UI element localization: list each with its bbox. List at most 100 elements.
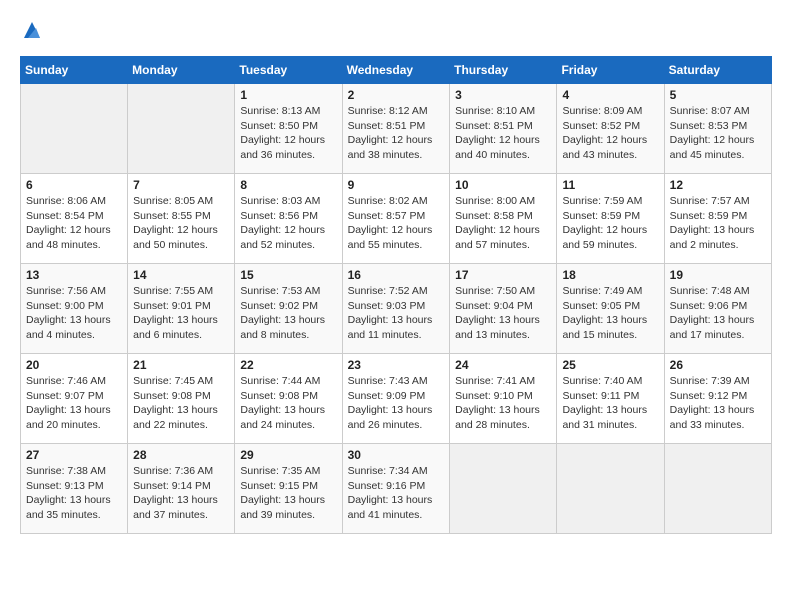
day-info: Sunrise: 7:50 AMSunset: 9:04 PMDaylight:…	[455, 284, 551, 343]
calendar-cell: 3 Sunrise: 8:10 AMSunset: 8:51 PMDaylight…	[450, 84, 557, 174]
day-info: Sunrise: 7:34 AMSunset: 9:16 PMDaylight:…	[348, 464, 445, 523]
column-header-friday: Friday	[557, 57, 664, 84]
column-header-monday: Monday	[128, 57, 235, 84]
logo-icon	[22, 20, 42, 40]
day-info: Sunrise: 7:38 AMSunset: 9:13 PMDaylight:…	[26, 464, 122, 523]
calendar-cell	[557, 444, 664, 534]
calendar-cell: 2Sunrise: 8:12 AMSunset: 8:51 PMDaylight…	[342, 84, 450, 174]
day-number: 15	[240, 268, 336, 282]
calendar-cell	[664, 444, 771, 534]
day-number: 2	[348, 88, 445, 102]
week-row-1: 1 Sunrise: 8:13 AMSunset: 8:50 PMDaylight…	[21, 84, 772, 174]
calendar-cell: 20 Sunrise: 7:46 AMSunset: 9:07 PMDayligh…	[21, 354, 128, 444]
calendar-cell: 28 Sunrise: 7:36 AMSunset: 9:14 PMDayligh…	[128, 444, 235, 534]
day-number: 22	[240, 358, 336, 372]
week-row-3: 13 Sunrise: 7:56 AMSunset: 9:00 PMDayligh…	[21, 264, 772, 354]
calendar-cell: 14 Sunrise: 7:55 AMSunset: 9:01 PMDayligh…	[128, 264, 235, 354]
day-number: 6	[26, 178, 122, 192]
day-info: Sunrise: 8:06 AMSunset: 8:54 PMDaylight:…	[26, 194, 122, 253]
day-number: 21	[133, 358, 229, 372]
day-number: 3	[455, 88, 551, 102]
day-number: 5	[670, 88, 766, 102]
day-number: 28	[133, 448, 229, 462]
day-info: Sunrise: 8:03 AMSunset: 8:56 PMDaylight:…	[240, 194, 336, 253]
day-info: Sunrise: 7:49 AMSunset: 9:05 PMDaylight:…	[562, 284, 658, 343]
calendar-cell: 6 Sunrise: 8:06 AMSunset: 8:54 PMDaylight…	[21, 174, 128, 264]
day-number: 30	[348, 448, 445, 462]
day-number: 8	[240, 178, 336, 192]
day-info: Sunrise: 7:43 AMSunset: 9:09 PMDaylight:…	[348, 374, 445, 433]
logo	[20, 20, 42, 40]
calendar-cell: 25 Sunrise: 7:40 AMSunset: 9:11 PMDayligh…	[557, 354, 664, 444]
page-header	[20, 20, 772, 40]
day-info: Sunrise: 7:40 AMSunset: 9:11 PMDaylight:…	[562, 374, 658, 433]
day-info: Sunrise: 7:57 AMSunset: 8:59 PMDaylight:…	[670, 194, 766, 253]
calendar-cell: 22 Sunrise: 7:44 AMSunset: 9:08 PMDayligh…	[235, 354, 342, 444]
week-row-4: 20 Sunrise: 7:46 AMSunset: 9:07 PMDayligh…	[21, 354, 772, 444]
day-info: Sunrise: 7:55 AMSunset: 9:01 PMDaylight:…	[133, 284, 229, 343]
column-header-tuesday: Tuesday	[235, 57, 342, 84]
day-number: 13	[26, 268, 122, 282]
calendar-cell: 19Sunrise: 7:48 AMSunset: 9:06 PMDayligh…	[664, 264, 771, 354]
day-number: 23	[348, 358, 445, 372]
calendar-cell: 12 Sunrise: 7:57 AMSunset: 8:59 PMDayligh…	[664, 174, 771, 264]
day-info: Sunrise: 7:39 AMSunset: 9:12 PMDaylight:…	[670, 374, 766, 433]
calendar-cell: 18Sunrise: 7:49 AMSunset: 9:05 PMDayligh…	[557, 264, 664, 354]
calendar-cell: 23 Sunrise: 7:43 AMSunset: 9:09 PMDayligh…	[342, 354, 450, 444]
calendar-cell: 17Sunrise: 7:50 AMSunset: 9:04 PMDayligh…	[450, 264, 557, 354]
day-number: 19	[670, 268, 766, 282]
calendar-cell	[128, 84, 235, 174]
day-number: 20	[26, 358, 122, 372]
day-number: 7	[133, 178, 229, 192]
day-info: Sunrise: 8:13 AMSunset: 8:50 PMDaylight:…	[240, 104, 336, 163]
column-header-thursday: Thursday	[450, 57, 557, 84]
day-info: Sunrise: 7:44 AMSunset: 9:08 PMDaylight:…	[240, 374, 336, 433]
column-header-wednesday: Wednesday	[342, 57, 450, 84]
day-number: 27	[26, 448, 122, 462]
day-number: 14	[133, 268, 229, 282]
day-number: 11	[562, 178, 658, 192]
day-number: 24	[455, 358, 551, 372]
day-info: Sunrise: 8:10 AMSunset: 8:51 PMDaylight:…	[455, 104, 551, 163]
day-info: Sunrise: 7:56 AMSunset: 9:00 PMDaylight:…	[26, 284, 122, 343]
calendar-cell: 7 Sunrise: 8:05 AMSunset: 8:55 PMDaylight…	[128, 174, 235, 264]
calendar: SundayMondayTuesdayWednesdayThursdayFrid…	[20, 56, 772, 534]
calendar-cell: 13 Sunrise: 7:56 AMSunset: 9:00 PMDayligh…	[21, 264, 128, 354]
day-info: Sunrise: 7:46 AMSunset: 9:07 PMDaylight:…	[26, 374, 122, 433]
calendar-cell: 29 Sunrise: 7:35 AMSunset: 9:15 PMDayligh…	[235, 444, 342, 534]
calendar-cell: 15 Sunrise: 7:53 AMSunset: 9:02 PMDayligh…	[235, 264, 342, 354]
day-info: Sunrise: 7:36 AMSunset: 9:14 PMDaylight:…	[133, 464, 229, 523]
day-number: 9	[348, 178, 445, 192]
day-number: 26	[670, 358, 766, 372]
day-number: 16	[348, 268, 445, 282]
day-number: 1	[240, 88, 336, 102]
day-number: 29	[240, 448, 336, 462]
day-info: Sunrise: 8:07 AMSunset: 8:53 PMDaylight:…	[670, 104, 766, 163]
calendar-header-row: SundayMondayTuesdayWednesdayThursdayFrid…	[21, 57, 772, 84]
week-row-5: 27 Sunrise: 7:38 AMSunset: 9:13 PMDayligh…	[21, 444, 772, 534]
day-info: Sunrise: 7:41 AMSunset: 9:10 PMDaylight:…	[455, 374, 551, 433]
calendar-cell: 5 Sunrise: 8:07 AMSunset: 8:53 PMDaylight…	[664, 84, 771, 174]
calendar-cell: 4Sunrise: 8:09 AMSunset: 8:52 PMDaylight…	[557, 84, 664, 174]
day-info: Sunrise: 7:59 AMSunset: 8:59 PMDaylight:…	[562, 194, 658, 253]
day-info: Sunrise: 7:45 AMSunset: 9:08 PMDaylight:…	[133, 374, 229, 433]
day-info: Sunrise: 8:05 AMSunset: 8:55 PMDaylight:…	[133, 194, 229, 253]
calendar-cell: 21 Sunrise: 7:45 AMSunset: 9:08 PMDayligh…	[128, 354, 235, 444]
calendar-cell: 27 Sunrise: 7:38 AMSunset: 9:13 PMDayligh…	[21, 444, 128, 534]
day-info: Sunrise: 7:53 AMSunset: 9:02 PMDaylight:…	[240, 284, 336, 343]
column-header-sunday: Sunday	[21, 57, 128, 84]
day-info: Sunrise: 8:09 AMSunset: 8:52 PMDaylight:…	[562, 104, 658, 163]
day-number: 25	[562, 358, 658, 372]
calendar-cell: 9 Sunrise: 8:02 AMSunset: 8:57 PMDaylight…	[342, 174, 450, 264]
week-row-2: 6 Sunrise: 8:06 AMSunset: 8:54 PMDaylight…	[21, 174, 772, 264]
day-info: Sunrise: 7:35 AMSunset: 9:15 PMDaylight:…	[240, 464, 336, 523]
calendar-cell: 1 Sunrise: 8:13 AMSunset: 8:50 PMDaylight…	[235, 84, 342, 174]
calendar-cell: 10Sunrise: 8:00 AMSunset: 8:58 PMDayligh…	[450, 174, 557, 264]
column-header-saturday: Saturday	[664, 57, 771, 84]
calendar-cell: 16 Sunrise: 7:52 AMSunset: 9:03 PMDayligh…	[342, 264, 450, 354]
calendar-cell	[450, 444, 557, 534]
day-info: Sunrise: 8:02 AMSunset: 8:57 PMDaylight:…	[348, 194, 445, 253]
day-number: 12	[670, 178, 766, 192]
day-info: Sunrise: 7:52 AMSunset: 9:03 PMDaylight:…	[348, 284, 445, 343]
calendar-cell: 8 Sunrise: 8:03 AMSunset: 8:56 PMDaylight…	[235, 174, 342, 264]
